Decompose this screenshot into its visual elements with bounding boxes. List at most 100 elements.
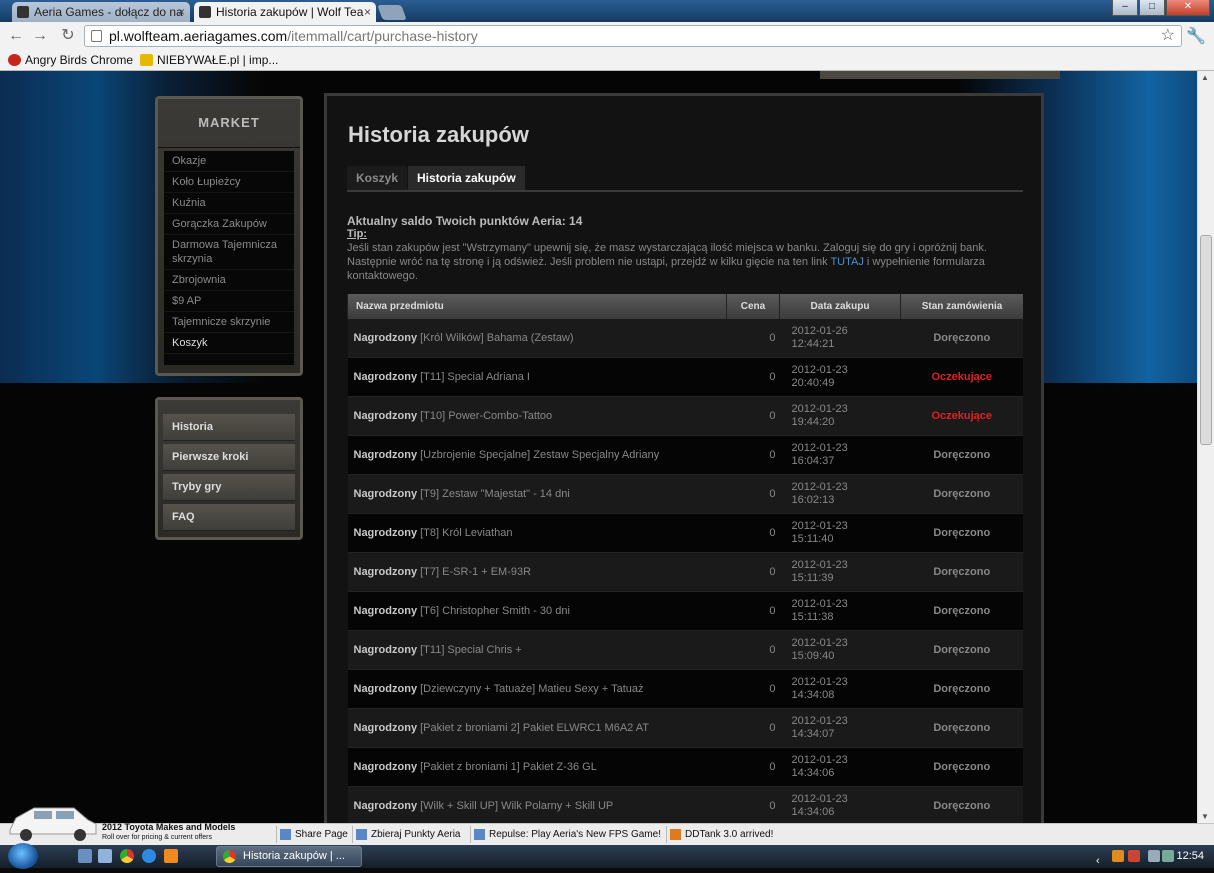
address-bar[interactable]: pl.wolfteam.aeriagames.com/itemmall/cart… <box>84 25 1182 47</box>
market-item-9ap[interactable]: $9 AP <box>164 291 294 312</box>
show-desktop-icon[interactable] <box>78 849 92 863</box>
tray-app2-icon[interactable] <box>1128 850 1140 862</box>
back-arrow-icon[interactable]: ← <box>6 26 26 46</box>
market-item-goraczka-zakupow[interactable]: Gorączka Zakupów <box>164 214 294 235</box>
chrome-icon[interactable] <box>120 849 134 863</box>
market-item-okazje[interactable]: Okazje <box>164 151 294 172</box>
ddtank-button[interactable]: DDTank 3.0 arrived! <box>666 826 773 843</box>
item-name-cell: Nagrodzony [T11] Special Adriana I <box>347 357 727 397</box>
purchase-time: 15:11:38 <box>791 611 834 623</box>
maximize-button[interactable]: □ <box>1139 0 1165 16</box>
scrollbar-thumb[interactable] <box>1200 235 1212 445</box>
item-prefix: Nagrodzony <box>353 487 418 500</box>
tab-koszyk[interactable]: Koszyk <box>347 166 408 190</box>
addon-label: Share Page <box>295 829 348 840</box>
network-icon[interactable] <box>1162 850 1174 862</box>
internet-explorer-icon[interactable] <box>142 849 156 863</box>
taskbar-item-chrome[interactable]: Historia zakupów | ... <box>216 846 362 867</box>
minimize-button[interactable]: – <box>1112 0 1138 16</box>
item-name-cell: Nagrodzony [Król Wilków] Bahama (Zestaw) <box>347 319 727 358</box>
share-page-button[interactable]: Share Page <box>276 826 348 843</box>
page-scrollbar[interactable]: ▲ ▼ <box>1197 71 1214 823</box>
aeria-points-button[interactable]: Zbieraj Punkty Aeria <box>352 826 461 843</box>
price-cell: 0 <box>726 319 780 358</box>
explorer-icon[interactable] <box>98 849 112 863</box>
purchase-time: 16:02:13 <box>791 494 835 506</box>
purchase-time: 20:40:49 <box>791 377 835 389</box>
addon-label: Repulse: Play Aeria's New FPS Game! <box>489 829 661 840</box>
item-prefix: Nagrodzony <box>353 409 418 422</box>
item-name-cell: Nagrodzony [T9] Zestaw "Majestat" - 14 d… <box>347 474 727 514</box>
ad-title: 2012 Toyota Makes and Models <box>102 822 236 832</box>
system-tray: ‹ 12:54 <box>1096 845 1214 868</box>
price-cell: 0 <box>726 435 780 475</box>
tray-arrow-icon[interactable]: ‹ <box>1096 850 1108 867</box>
car-ad-text[interactable]: 2012 Toyota Makes and Models Roll over fo… <box>102 823 235 842</box>
scroll-down-arrow-icon[interactable]: ▼ <box>1201 812 1209 821</box>
window-controls: – □ ✕ <box>1111 0 1210 16</box>
url-path: /itemmall/cart/purchase-history <box>287 28 478 44</box>
clock: 12:54 <box>1176 850 1204 862</box>
status-cell: Doręczono <box>900 591 1023 631</box>
market-item-tajemnicze-skrzynie[interactable]: Tajemnicze skrzynie <box>164 312 294 333</box>
menu-item-tryby-gry[interactable]: Tryby gry <box>163 474 295 501</box>
page-tabs: Koszyk Historia zakupów <box>347 166 1023 192</box>
share-icon <box>280 829 291 840</box>
repulse-button[interactable]: Repulse: Play Aeria's New FPS Game! <box>470 826 661 843</box>
wrench-icon[interactable]: 🔧 <box>1186 26 1206 46</box>
market-item-kolo-lupiezcy[interactable]: Koło Łupieżcy <box>164 172 294 193</box>
market-item-kuznia[interactable]: Kuźnia <box>164 193 294 214</box>
item-name-cell: Nagrodzony [Dziewczyny + Tatuaże] Matieu… <box>347 669 727 709</box>
item-name: [Pakiet z broniami 2] Pakiet ELWRC1 M6A2… <box>417 721 649 734</box>
table-row: Nagrodzony [T11] Special Adriana I 0 2012-… <box>347 357 1023 397</box>
price-cell: 0 <box>726 513 780 553</box>
media-player-icon[interactable] <box>164 849 178 863</box>
browser-tab-aeria[interactable]: Aeria Games - dołącz do na × <box>12 2 190 22</box>
new-tab-button[interactable] <box>377 5 407 20</box>
purchase-date: 2012-01-23 <box>791 481 848 493</box>
close-window-button[interactable]: ✕ <box>1166 0 1210 16</box>
item-name-cell: Nagrodzony [Pakiet z broniami 2] Pakiet … <box>347 708 727 748</box>
volume-icon[interactable] <box>1148 850 1160 862</box>
reload-icon[interactable]: ↻ <box>58 26 78 46</box>
market-item-darmowa-skrzynia[interactable]: Darmowa Tajemnicza skrzynia <box>164 235 294 270</box>
market-item-koszyk[interactable]: Koszyk <box>164 333 294 354</box>
status-cell: Doręczono <box>900 669 1023 709</box>
menu-item-faq[interactable]: FAQ <box>163 504 295 531</box>
points-balance: Aktualny saldo Twoich punktów Aeria: 14 <box>347 214 583 228</box>
table-row: Nagrodzony [T10] Power-Combo-Tattoo 0 2012… <box>347 396 1023 436</box>
status-cell: Doręczono <box>900 786 1023 823</box>
status-cell: Oczekujące <box>900 357 1023 397</box>
bookmark-niebywale[interactable]: NIEBYWAŁE.pl | imp... <box>140 52 278 68</box>
forward-arrow-icon[interactable]: → <box>30 26 50 46</box>
purchase-date: 2012-01-23 <box>791 559 848 571</box>
market-item-zbrojownia[interactable]: Zbrojownia <box>164 270 294 291</box>
wolfteam-favicon-icon <box>199 6 211 18</box>
status-cell: Oczekujące <box>900 396 1023 436</box>
scroll-up-arrow-icon[interactable]: ▲ <box>1201 73 1209 82</box>
price-cell: 0 <box>726 474 780 514</box>
date-cell: 2012-01-23 16:04:37 <box>779 435 901 475</box>
item-prefix: Nagrodzony <box>353 526 418 539</box>
addon-label: DDTank 3.0 arrived! <box>685 829 774 840</box>
item-name-cell: Nagrodzony [T6] Christopher Smith - 30 d… <box>347 591 727 631</box>
contact-form-link[interactable]: TUTAJ <box>830 256 863 268</box>
bookmark-label: NIEBYWAŁE.pl | imp... <box>157 53 279 67</box>
info-menu-panel: Historia Pierwsze kroki Tryby gry FAQ <box>155 397 303 540</box>
close-tab-icon[interactable]: × <box>178 2 185 22</box>
star-icon[interactable]: ☆ <box>1161 26 1175 46</box>
tray-app-icon[interactable] <box>1112 850 1124 862</box>
car-ad-image[interactable] <box>4 800 100 844</box>
price-cell: 0 <box>726 747 780 787</box>
tab-historia-zakupow[interactable]: Historia zakupów <box>408 166 525 190</box>
start-button[interactable] <box>8 843 38 869</box>
windows-taskbar: Historia zakupów | ... ‹ 12:54 <box>0 843 1214 869</box>
menu-item-historia[interactable]: Historia <box>163 414 295 441</box>
purchase-date: 2012-01-23 <box>791 598 848 610</box>
browser-tab-wolfteam[interactable]: Historia zakupów | Wolf Tea × <box>194 2 376 22</box>
bookmark-angry-birds[interactable]: Angry Birds Chrome <box>8 52 133 68</box>
table-row: Nagrodzony [Wilk + Skill UP] Wilk Polarn… <box>347 786 1023 823</box>
close-tab-icon[interactable]: × <box>364 2 371 22</box>
menu-item-pierwsze-kroki[interactable]: Pierwsze kroki <box>163 444 295 471</box>
status-cell: Doręczono <box>900 552 1023 592</box>
